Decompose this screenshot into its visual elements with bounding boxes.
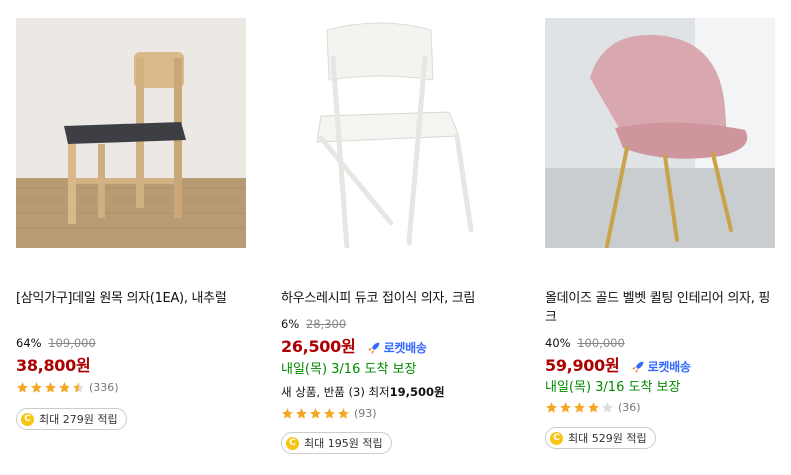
- sale-price-row: 26,500원 로켓배송: [281, 333, 427, 357]
- product-name[interactable]: [삼익가구]데일 원목 의자(1EA), 내추럴: [16, 289, 246, 308]
- star-full-icon: [560, 401, 571, 413]
- original-price: 28,300: [305, 317, 347, 331]
- review-count: (93): [354, 406, 377, 420]
- product-image-velvet-chair[interactable]: [545, 18, 775, 248]
- rating-stars: (36): [545, 400, 641, 414]
- rocket-delivery-badge: 로켓배송: [366, 339, 427, 356]
- coin-icon: C: [21, 412, 34, 426]
- original-price: 109,000: [48, 336, 96, 350]
- sale-price-row: 59,900원 로켓배송: [545, 352, 691, 376]
- rocket-delivery-badge: 로켓배송: [630, 358, 691, 375]
- price-discount-row: 6% 28,300: [281, 317, 346, 331]
- star-full-icon: [310, 407, 321, 419]
- price-discount-row: 64% 109,000: [16, 336, 96, 350]
- delivery-guarantee: 내일(목) 3/16 도착 보장: [545, 380, 681, 395]
- star-half-icon: [73, 381, 84, 393]
- star-full-icon: [296, 407, 307, 419]
- star-full-icon: [282, 407, 293, 419]
- used-offer-label: 새 상품, 반품 (3) 최저: [281, 385, 390, 399]
- reward-text: 최대 529원 적립: [568, 432, 647, 445]
- reward-badge: C 최대 195원 적립: [281, 432, 392, 454]
- sale-price: 26,500원: [281, 337, 356, 356]
- rating-stars: (93): [281, 406, 377, 420]
- star-full-icon: [324, 407, 335, 419]
- delivery-guarantee: 내일(목) 3/16 도착 보장: [281, 362, 417, 377]
- product-grid: [삼익가구]데일 원목 의자(1EA), 내추럴 64% 109,000 38,…: [0, 0, 791, 475]
- review-count: (336): [89, 380, 119, 394]
- review-count: (36): [618, 400, 641, 414]
- star-empty-icon: [602, 401, 613, 413]
- coin-icon: C: [286, 436, 299, 450]
- product-image-folding-chair[interactable]: [281, 18, 511, 248]
- discount-rate: 40%: [545, 336, 571, 350]
- rocket-icon: [631, 361, 643, 373]
- reward-text: 최대 279원 적립: [39, 413, 118, 426]
- product-name[interactable]: 하우스레시피 듀코 접이식 의자, 크림: [281, 289, 511, 308]
- star-full-icon: [31, 381, 42, 393]
- coin-icon: C: [550, 431, 563, 445]
- star-full-icon: [17, 381, 28, 393]
- sale-price: 59,900원: [545, 356, 620, 375]
- original-price: 100,000: [577, 336, 625, 350]
- reward-badge: C 최대 529원 적립: [545, 427, 656, 449]
- reward-text: 최대 195원 적립: [304, 437, 383, 450]
- product-image-wooden-chair[interactable]: [16, 18, 246, 248]
- star-full-icon: [574, 401, 585, 413]
- star-full-icon: [59, 381, 70, 393]
- rocket-label: 로켓배송: [647, 360, 691, 374]
- rating-stars: (336): [16, 380, 119, 394]
- star-full-icon: [45, 381, 56, 393]
- rocket-label: 로켓배송: [383, 341, 427, 355]
- used-offer-price: 19,500원: [389, 385, 445, 399]
- star-full-icon: [588, 401, 599, 413]
- reward-badge: C 최대 279원 적립: [16, 408, 127, 430]
- price-discount-row: 40% 100,000: [545, 336, 625, 350]
- used-offer[interactable]: 새 상품, 반품 (3) 최저19,500원: [281, 384, 445, 400]
- star-full-icon: [546, 401, 557, 413]
- sale-price: 38,800원: [16, 356, 91, 375]
- discount-rate: 64%: [16, 336, 42, 350]
- product-name[interactable]: 올데이즈 골드 벨벳 퀼팅 인테리어 의자, 핑크: [545, 289, 775, 327]
- rocket-icon: [367, 342, 379, 354]
- star-full-icon: [338, 407, 349, 419]
- discount-rate: 6%: [281, 317, 300, 331]
